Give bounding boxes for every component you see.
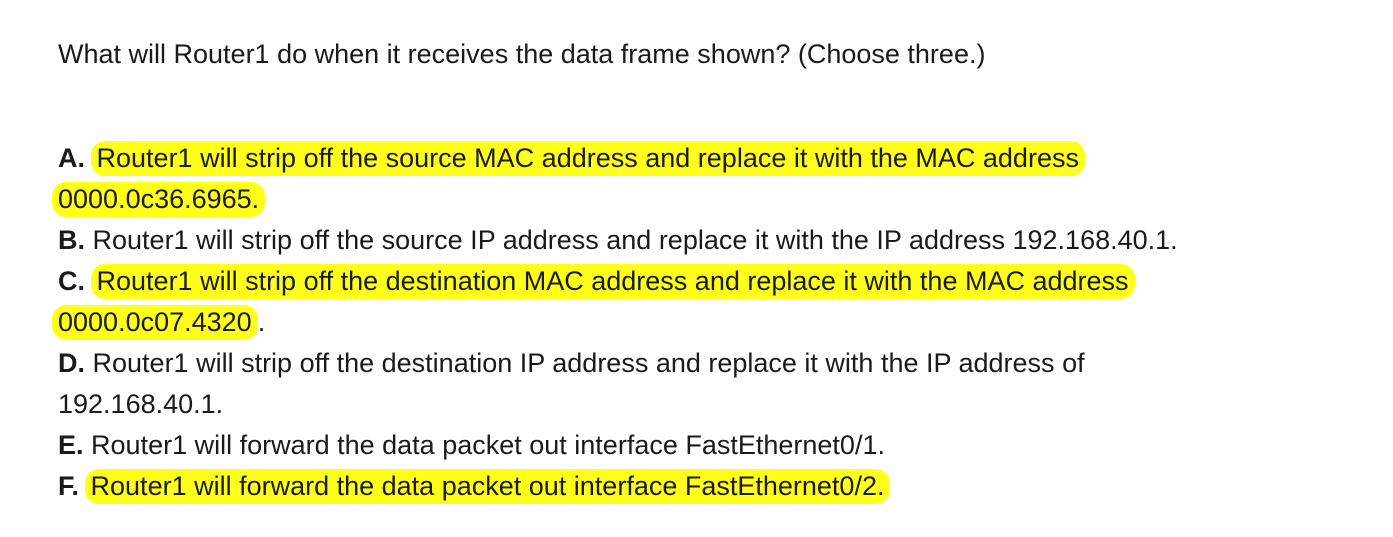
option-e-text: Router1 will forward the data packet out… [91, 430, 885, 460]
option-d-ip-address: 192.168.40.1. [58, 389, 224, 419]
option-d-letter: D. [58, 348, 85, 378]
option-f-letter: F. [58, 471, 80, 501]
option-c-mac-address: 0000.0c07.4320 [52, 305, 258, 340]
option-b-letter: B. [58, 225, 85, 255]
option-a-continuation: 0000.0c36.6965. [52, 179, 1378, 220]
option-c-highlighted-text: Router1 will strip off the destination M… [90, 264, 1135, 299]
option-e-letter: E. [58, 430, 84, 460]
option-c: C. Router1 will strip off the destinatio… [58, 261, 1378, 302]
option-e: E. Router1 will forward the data packet … [58, 425, 1378, 466]
option-a-mac-address: 0000.0c36.6965. [52, 182, 266, 217]
option-a: A. Router1 will strip off the source MAC… [58, 138, 1378, 179]
option-d: D. Router1 will strip off the destinatio… [58, 343, 1378, 384]
option-c-letter: C. [58, 266, 85, 296]
option-c-continuation: 0000.0c07.4320. [52, 302, 1378, 343]
option-d-text: Router1 will strip off the destination I… [92, 348, 1085, 378]
answer-options: A. Router1 will strip off the source MAC… [52, 138, 1378, 507]
option-a-letter: A. [58, 143, 85, 173]
option-b: B. Router1 will strip off the source IP … [58, 220, 1378, 261]
option-f: F. Router1 will forward the data packet … [58, 466, 1378, 507]
option-d-continuation: 192.168.40.1. [58, 384, 1378, 425]
option-a-highlighted-text: Router1 will strip off the source MAC ad… [90, 141, 1085, 176]
option-f-highlighted-text: Router1 will forward the data packet out… [84, 469, 891, 504]
question-text: What will Router1 do when it receives th… [58, 39, 986, 69]
option-b-text: Router1 will strip off the source IP add… [92, 225, 1178, 255]
option-c-tail: . [257, 307, 266, 337]
